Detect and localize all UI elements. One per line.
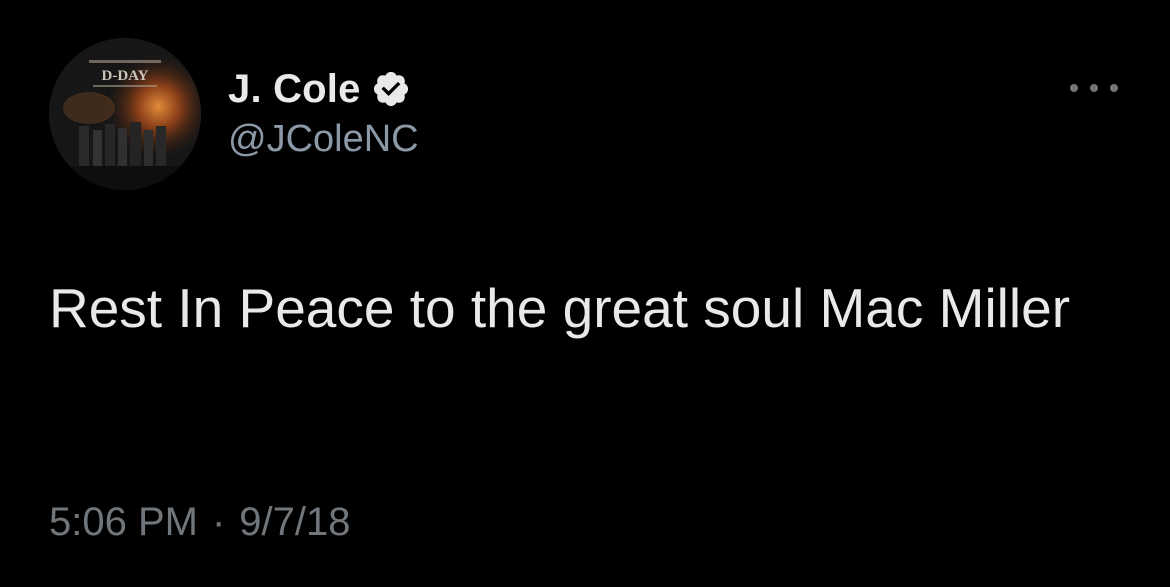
author-avatar[interactable]: D-DAY xyxy=(49,38,201,190)
author-name-row: J. Cole xyxy=(228,64,411,114)
tweet-card: D-DAY J. Cole @JColeNC Rest In Peace to … xyxy=(0,0,1170,587)
tweet-timestamp[interactable]: 5:06 PM · 9/7/18 xyxy=(49,500,351,545)
author-handle[interactable]: @JColeNC xyxy=(228,118,419,161)
more-dot xyxy=(1070,84,1078,92)
more-dot xyxy=(1110,84,1118,92)
avatar-title-text: D-DAY xyxy=(102,68,149,84)
more-options-icon[interactable] xyxy=(1070,74,1118,102)
tweet-date: 9/7/18 xyxy=(239,500,351,544)
album-cover-avatar-icon: D-DAY xyxy=(49,38,201,190)
tweet-time: 5:06 PM xyxy=(49,500,198,544)
timestamp-separator: · xyxy=(211,500,226,544)
tweet-text: Rest In Peace to the great soul Mac Mill… xyxy=(49,277,1071,339)
verified-badge-icon xyxy=(371,69,411,109)
author-display-name[interactable]: J. Cole xyxy=(228,67,361,112)
more-dot xyxy=(1090,84,1098,92)
